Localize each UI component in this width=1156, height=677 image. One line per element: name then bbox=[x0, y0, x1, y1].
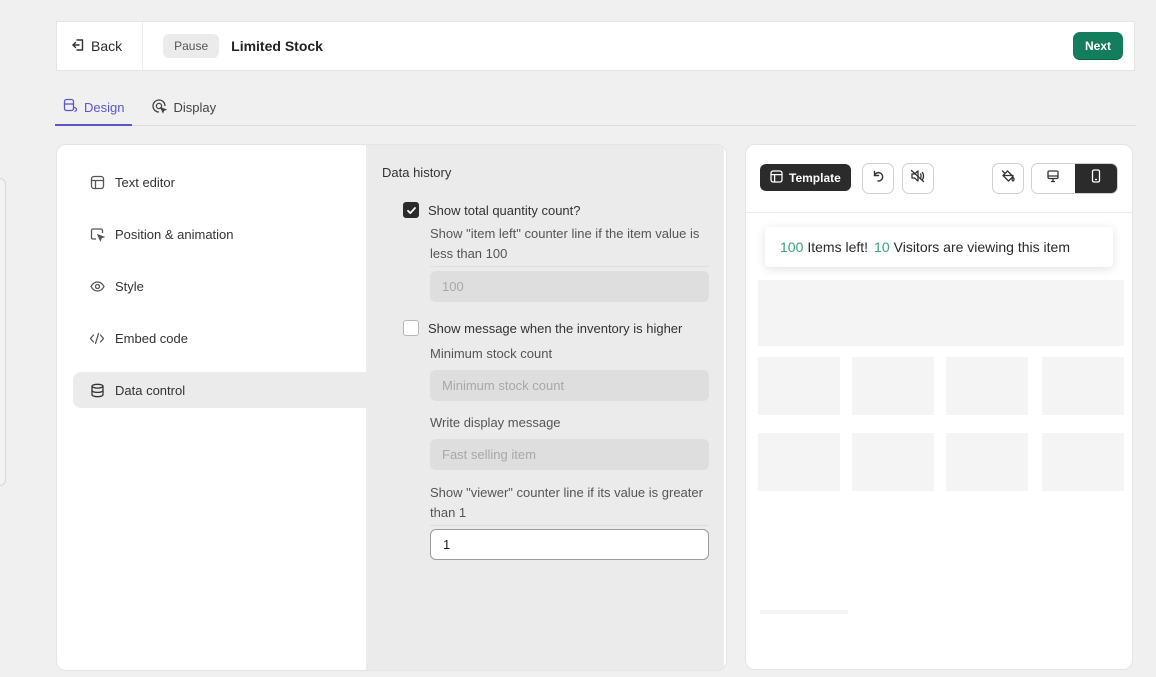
mobile-icon bbox=[1089, 169, 1103, 188]
page-placeholder bbox=[1042, 357, 1124, 415]
min-stock-label: Minimum stock count bbox=[430, 346, 553, 361]
sidebar-item-data-control[interactable]: Data control bbox=[73, 372, 366, 408]
sidebar-item-text-editor[interactable]: Text editor bbox=[73, 164, 366, 200]
desktop-icon bbox=[1046, 169, 1060, 188]
code-icon bbox=[89, 330, 105, 346]
sidebar-item-label: Data control bbox=[115, 382, 186, 398]
page-title: Limited Stock bbox=[231, 38, 323, 54]
min-stock-input[interactable]: Minimum stock count bbox=[430, 370, 709, 401]
display-message-label: Write display message bbox=[430, 415, 561, 430]
inventory-higher-checkbox[interactable] bbox=[403, 320, 419, 336]
viewer-desc: Show "viewer" counter line if its value … bbox=[430, 485, 703, 520]
page-placeholder bbox=[758, 357, 840, 415]
data-control-pane: Data history Show total quantity count? … bbox=[366, 145, 724, 670]
viewer-threshold-input[interactable]: 1 bbox=[430, 529, 709, 560]
page-placeholder bbox=[758, 433, 840, 491]
total-quantity-row: Show total quantity count? bbox=[403, 202, 581, 218]
top-bar: Back Pause Limited Stock Next bbox=[56, 21, 1135, 71]
back-label: Back bbox=[91, 38, 123, 54]
database-icon bbox=[89, 382, 105, 398]
divider bbox=[430, 525, 709, 526]
inventory-higher-row: Show message when the inventory is highe… bbox=[403, 320, 682, 336]
eye-icon bbox=[89, 278, 105, 294]
total-quantity-label: Show total quantity count? bbox=[428, 202, 581, 218]
next-button[interactable]: Next bbox=[1072, 32, 1123, 60]
pointer-icon bbox=[89, 226, 105, 242]
device-toggle bbox=[1031, 163, 1118, 194]
total-quantity-checkbox[interactable] bbox=[403, 202, 419, 218]
template-icon bbox=[770, 169, 783, 186]
visitors-count: 10 bbox=[874, 239, 890, 255]
pause-button[interactable]: Pause bbox=[163, 34, 220, 58]
display-cursor-icon bbox=[152, 98, 168, 117]
items-left-count: 100 bbox=[780, 239, 804, 255]
page-placeholder bbox=[946, 357, 1028, 415]
page-placeholder bbox=[758, 280, 1124, 346]
sidebar-item-position-animation[interactable]: Position & animation bbox=[73, 216, 366, 252]
limited-stock-notice: 100 Items left! 10 Visitors are viewing … bbox=[765, 227, 1113, 267]
sidebar-item-label: Position & animation bbox=[115, 226, 234, 242]
mobile-view-button[interactable] bbox=[1074, 164, 1117, 193]
divider bbox=[430, 266, 709, 267]
check-icon bbox=[406, 206, 416, 214]
settings-panel: Text editor Position & animation Style E… bbox=[56, 144, 727, 671]
sidebar-item-label: Text editor bbox=[115, 174, 175, 190]
page-placeholder bbox=[1042, 433, 1124, 491]
total-quantity-input[interactable]: 100 bbox=[430, 271, 709, 302]
template-button[interactable]: Template bbox=[760, 164, 851, 191]
desktop-view-button[interactable] bbox=[1032, 164, 1075, 193]
sidebar-item-embed-code[interactable]: Embed code bbox=[73, 320, 366, 356]
undo-icon bbox=[871, 169, 885, 188]
page-placeholder bbox=[852, 357, 934, 415]
layout-icon bbox=[89, 174, 105, 190]
visitors-text: Visitors are viewing this item bbox=[893, 239, 1070, 255]
tab-design-label: Design bbox=[84, 99, 125, 115]
preview-toolbar: Template bbox=[746, 145, 1132, 213]
back-arrow-icon bbox=[71, 38, 85, 55]
undo-button[interactable] bbox=[862, 163, 894, 194]
template-label: Template bbox=[789, 170, 841, 185]
theme-fill-button[interactable] bbox=[992, 163, 1024, 194]
tab-display[interactable]: Display bbox=[144, 90, 224, 125]
tab-bar: Design Display bbox=[55, 90, 1136, 126]
section-title: Data history bbox=[382, 165, 452, 180]
left-edge-panel bbox=[0, 178, 6, 486]
tab-design[interactable]: Design bbox=[55, 90, 133, 126]
back-button[interactable]: Back bbox=[57, 22, 144, 70]
mute-animation-button[interactable] bbox=[902, 163, 934, 194]
page-placeholder bbox=[760, 610, 848, 614]
inventory-higher-label: Show message when the inventory is highe… bbox=[428, 320, 683, 336]
page-placeholder bbox=[946, 433, 1028, 491]
tab-display-label: Display bbox=[173, 100, 217, 115]
total-quantity-desc: Show "item left" counter line if the ite… bbox=[430, 226, 700, 261]
design-icon bbox=[63, 98, 78, 116]
sidebar-item-label: Embed code bbox=[115, 330, 188, 346]
items-left-text: Items left! bbox=[807, 239, 869, 255]
paint-bucket-icon bbox=[1001, 169, 1016, 189]
display-message-input[interactable]: Fast selling item bbox=[430, 439, 709, 470]
sidebar-item-label: Style bbox=[115, 278, 144, 294]
sound-off-icon bbox=[910, 169, 926, 188]
page-placeholder bbox=[852, 433, 934, 491]
sidebar-item-style[interactable]: Style bbox=[73, 268, 366, 304]
preview-panel: Template 100 Items left! 10 Visitors are… bbox=[745, 144, 1133, 670]
